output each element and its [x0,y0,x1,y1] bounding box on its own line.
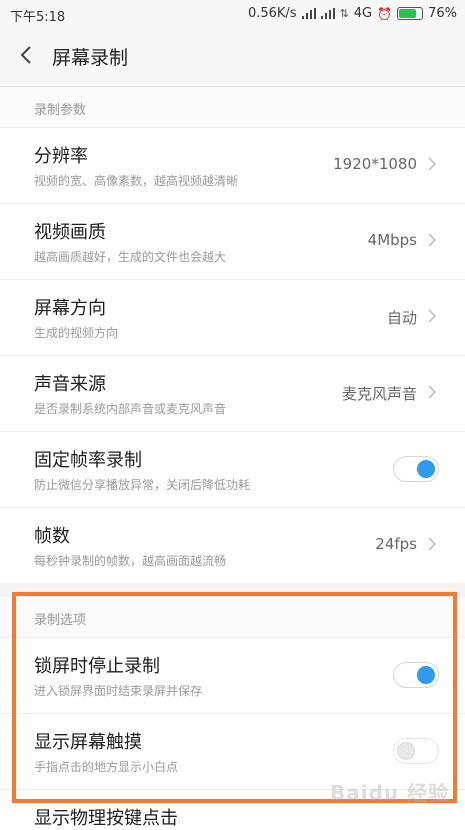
toggle-knob [417,460,435,478]
page-title: 屏幕录制 [52,47,129,69]
baidu-watermark: Baidu 经验 [330,781,450,805]
section-header: 录制参数 [0,87,465,127]
setting-subtitle: 越高画质越好，生成的文件也会越大 [34,250,227,264]
setting-row-resolution[interactable]: 分辨率 视频的宽、高像素数，越高视频越清晰 1920*1080 [0,127,465,203]
setting-title: 视频画质 [34,222,106,243]
alarm-icon: ⏰ [377,6,393,21]
section-label: 录制选项 [34,613,87,628]
toggle-knob [417,666,435,684]
section-record-params: 录制参数 分辨率 视频的宽、高像素数，越高视频越清晰 1920*1080 视频画… [0,87,465,583]
stop-on-lock-toggle[interactable] [393,662,439,688]
page-header: 屏幕录制 [0,28,465,87]
setting-title: 屏幕方向 [34,298,106,319]
setting-subtitle: 视频的宽、高像素数，越高视频越清晰 [34,174,239,188]
status-time: 下午5:18 [10,10,66,25]
battery-icon [397,7,424,20]
status-icons: 0.56K/s ⇅ 4G ⏰ 76% [248,6,457,21]
setting-row-quality[interactable]: 视频画质 越高画质越好，生成的文件也会越大 4Mbps [0,203,465,279]
setting-subtitle: 防止微信分享播放异常，关闭后降低功耗 [34,478,251,492]
network-type: 4G [353,6,373,21]
setting-row-fixed-framerate: 固定帧率录制 防止微信分享播放异常，关闭后降低功耗 [0,431,465,507]
setting-value: 24fps [375,535,417,553]
setting-value: 1920*1080 [333,155,417,173]
status-bar: 下午5:18 0.56K/s ⇅ 4G ⏰ 76% [0,0,465,28]
setting-value: 4Mbps [367,231,417,249]
chevron-left-icon[interactable] [14,42,40,68]
setting-subtitle: 进入锁屏界面时结束录屏并保存 [34,684,203,698]
toggle-knob [397,742,415,760]
chevron-right-icon [428,309,437,323]
hd-icon: ⇅ [339,7,349,20]
network-speed: 0.56K/s [247,6,297,21]
setting-subtitle: 是否录制系统内部声音或麦克风声音 [34,402,227,416]
chevron-right-icon [428,233,437,247]
setting-row-audio-source[interactable]: 声音来源 是否录制系统内部声音或麦克风声音 麦克风声音 [0,355,465,431]
section-divider [0,583,465,597]
signal-icon [320,8,335,19]
setting-title: 帧数 [34,526,70,547]
setting-value: 麦克风声音 [341,385,417,403]
chevron-right-icon [428,157,437,171]
setting-subtitle: 每秒钟录制的帧数，越高画面越流畅 [34,554,227,568]
section-header: 录制选项 [0,597,465,637]
setting-title: 分辨率 [34,146,88,167]
chevron-right-icon [428,537,437,551]
setting-title: 锁屏时停止录制 [34,656,160,677]
setting-row-stop-on-lock: 锁屏时停止录制 进入锁屏界面时结束录屏并保存 [0,637,465,713]
show-touches-toggle[interactable] [393,738,439,764]
setting-subtitle: 手指点击的地方显示小白点 [34,760,179,774]
chevron-right-icon [428,385,437,399]
setting-subtitle: 生成的视频方向 [34,326,119,340]
section-label: 录制参数 [34,103,87,118]
battery-percent: 76% [428,6,457,21]
setting-title: 显示物理按键点击 [34,808,178,829]
setting-value: 自动 [386,309,417,327]
setting-row-framerate[interactable]: 帧数 每秒钟录制的帧数，越高画面越流畅 24fps [0,507,465,583]
setting-title: 显示屏幕触摸 [34,732,142,753]
setting-title: 声音来源 [34,374,106,395]
setting-title: 固定帧率录制 [34,450,142,471]
fixed-framerate-toggle[interactable] [393,456,439,482]
signal-icon [301,8,316,19]
setting-row-orientation[interactable]: 屏幕方向 生成的视频方向 自动 [0,279,465,355]
